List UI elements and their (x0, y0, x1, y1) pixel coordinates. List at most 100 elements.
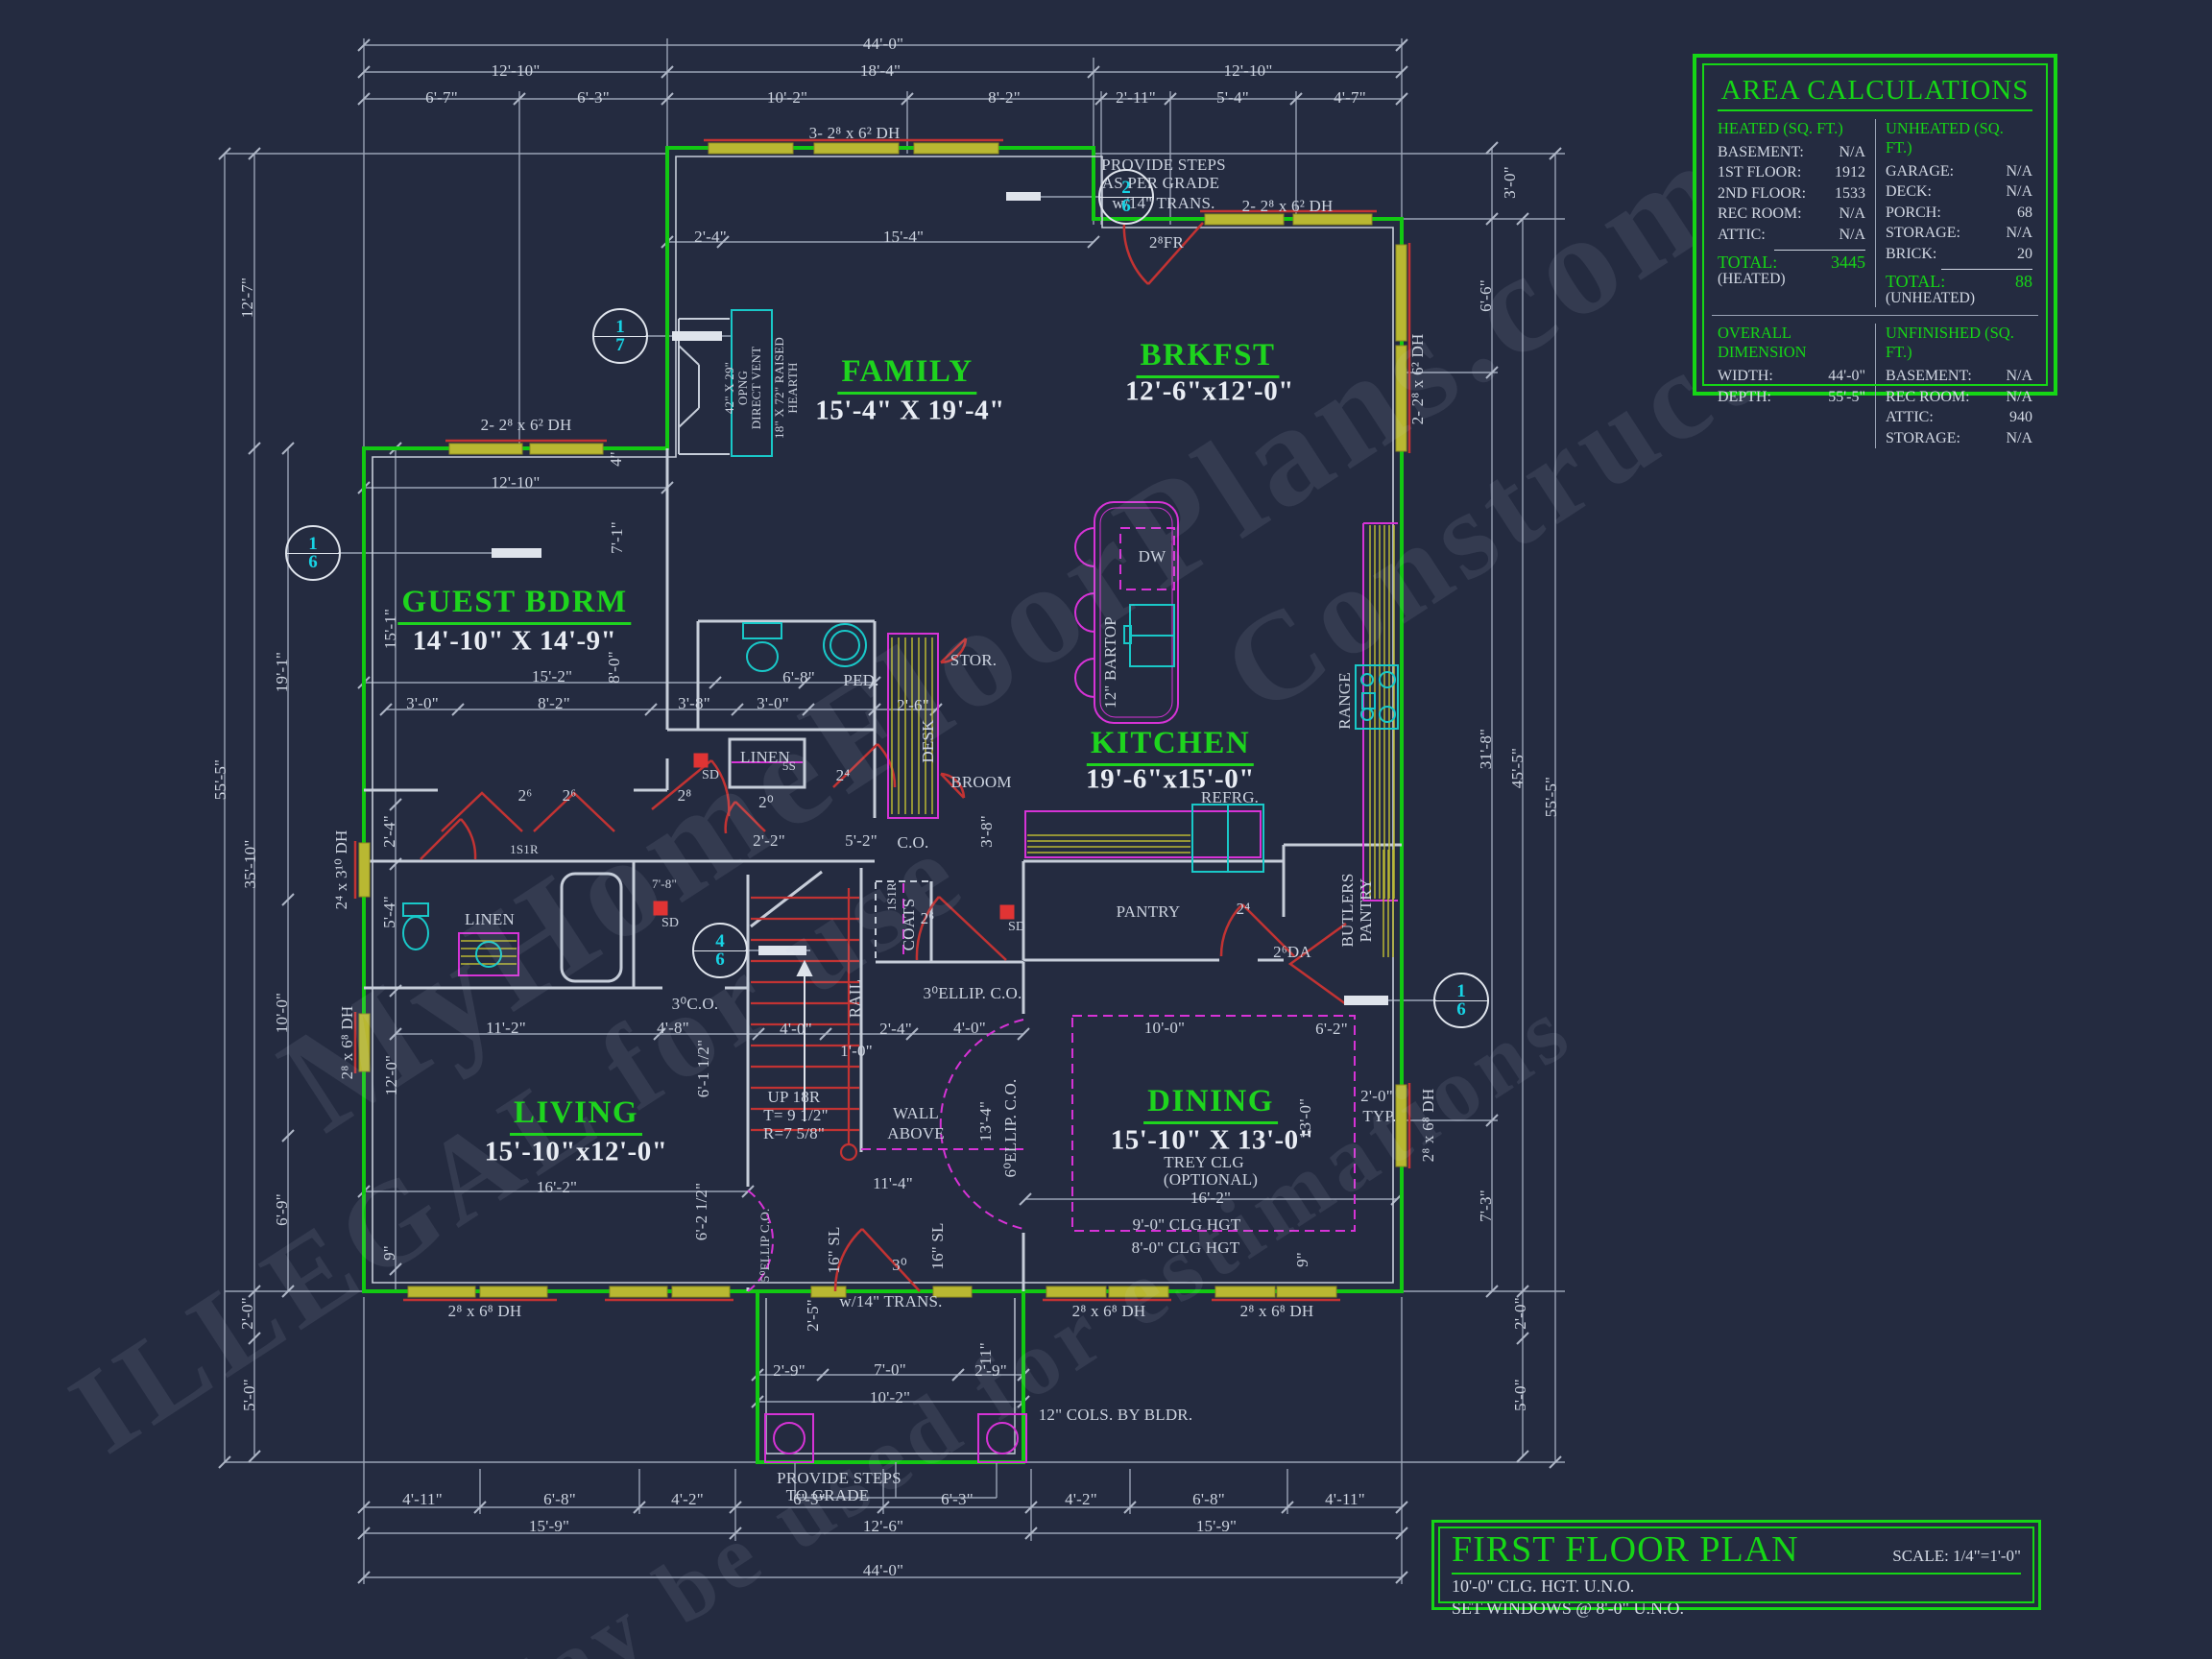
annotation-label: 4" (607, 451, 626, 467)
annotation-label: 15'-4" X 19'-4" (815, 396, 1005, 427)
annotation-label: 2⁶ (518, 786, 533, 805)
annotation-label: 6'-1 1/2" (694, 1040, 713, 1097)
annotation-label: RANGE (1335, 672, 1355, 730)
annotation-label: 2⁸ x 6⁸ DH (1240, 1302, 1314, 1321)
smoke-detector-marker (1000, 905, 1015, 920)
annotation-label: (OPTIONAL) (1164, 1170, 1258, 1190)
area-row: STORAGE:N/A (1886, 428, 2032, 448)
annotation-label: 3⁰C.O. (672, 995, 719, 1014)
area-row: 1ST FLOOR:1912 (1718, 162, 1865, 182)
annotation-label: PED. (843, 671, 878, 690)
annotation-label: BROOM (950, 773, 1011, 792)
annotation-label: 15'-9" (529, 1517, 569, 1536)
annotation-label: 2'-5" (804, 1299, 823, 1332)
annotation-label: WALL (893, 1104, 939, 1123)
annotation-label: 19'-1" (273, 652, 292, 692)
annotation-label: 16'-2" (537, 1178, 577, 1197)
annotation-label: 13'-0" (1296, 1098, 1315, 1139)
room-label: GUEST BDRM (397, 585, 631, 625)
annotation-label: 15'-2" (532, 667, 572, 686)
annotation-label: 2⁶ (921, 909, 935, 928)
smoke-detector-marker (654, 902, 668, 916)
annotation-label: 4'-11" (402, 1490, 443, 1509)
annotation-label: 10'-2" (870, 1388, 910, 1407)
annotation-label: 6'-6" (1477, 279, 1496, 312)
annotation-label: 7'-0" (874, 1360, 906, 1380)
annotation-label: RAIL (846, 979, 865, 1018)
unheated-header: UNHEATED (SQ. FT.) (1886, 119, 2032, 157)
annotation-label: DESK (919, 719, 938, 762)
annotation-label: 3'-0" (757, 694, 789, 713)
annotation-label: 6'-8" (543, 1490, 576, 1509)
area-calculations-panel: AREA CALCULATIONS HEATED (SQ. FT.) BASEM… (1693, 54, 2057, 396)
area-row: PORCH:68 (1886, 203, 2032, 223)
annotation-label: TREY CLG (1164, 1153, 1244, 1172)
annotation-label: 2⁰ (758, 793, 774, 812)
divider (1774, 250, 1865, 251)
annotation-label: 5S (782, 758, 796, 774)
annotation-label: REFRG. (1201, 788, 1259, 807)
annotation-label: 6'-8" (782, 668, 815, 687)
unfinished-column: UNFINISHED (SQ. FT.) BASEMENT:N/AREC ROO… (1875, 324, 2032, 448)
annotation-label: 9" (1293, 1252, 1312, 1267)
annotation-label: DW (1139, 547, 1166, 566)
annotation-label: 4'-2" (671, 1490, 704, 1509)
section-marker: 17 (592, 308, 648, 364)
heated-header: HEATED (SQ. FT.) (1718, 119, 1865, 138)
area-row: ATTIC:940 (1886, 407, 2032, 427)
unheated-total: TOTAL: 88 (1886, 272, 2032, 292)
annotation-label: 5'-0" (240, 1379, 259, 1411)
annotation-label: 31'-8" (1477, 729, 1496, 769)
title-block: FIRST FLOOR PLAN SCALE: 1/4"=1'-0" 10'-0… (1431, 1520, 2041, 1610)
annotation-label: 4'-0" (780, 1020, 812, 1039)
annotation-label: 2'-9" (974, 1361, 1007, 1381)
annotation-label: 4'-8" (657, 1019, 689, 1038)
annotation-label: 44'-0" (863, 1561, 903, 1580)
annotation-label: 2'-0" (1360, 1087, 1393, 1106)
annotation-label: 6'-3" (793, 1490, 826, 1509)
annotation-label: 1'-0" (840, 1042, 873, 1061)
annotation-label: 2⁸ x 6⁸ DH (448, 1302, 522, 1321)
annotation-label: 7'-3" (1477, 1190, 1496, 1222)
annotation-label: 3'-0" (1501, 166, 1520, 199)
annotation-label: 12'-0" (382, 1055, 401, 1095)
annotation-label: 3- 2⁸ x 6² DH (809, 124, 901, 143)
annotation-label: DIRECT VENT (749, 347, 764, 430)
room-label: LIVING (510, 1095, 642, 1136)
annotation-label: 2⁴ (836, 766, 851, 785)
annotation-label: 8'-2" (988, 88, 1021, 108)
annotation-label: 2⁸ x 6⁸ DH (338, 1006, 357, 1080)
annotation-label: w/14" TRANS. (839, 1292, 942, 1311)
area-row: BRICK:20 (1886, 244, 2032, 264)
area-row: ATTIC:N/A (1718, 225, 1865, 245)
heated-rows: BASEMENT:N/A1ST FLOOR:19122ND FLOOR:1533… (1718, 142, 1865, 245)
unheated-column: UNHEATED (SQ. FT.) GARAGE:N/ADECK:N/APOR… (1875, 119, 2032, 307)
annotation-label: 3⁰ (892, 1256, 907, 1275)
annotation-label: 2⁶ (563, 786, 577, 805)
annotation-label: 2⁸ x 6⁸ DH (1419, 1089, 1438, 1163)
annotation-label: 16'-2" (1190, 1189, 1231, 1208)
area-row: BASEMENT:N/A (1886, 366, 2032, 386)
annotation-label: 9'-0" CLG HGT (1133, 1215, 1241, 1235)
section-marker: 46 (692, 923, 748, 978)
room-label: DINING (1143, 1084, 1278, 1124)
annotation-label: R=7 5/8" (763, 1124, 825, 1143)
annotation-label: 2'-11" (1116, 88, 1156, 108)
annotation-label: 9" (380, 1245, 399, 1261)
area-row: REC ROOM:N/A (1718, 204, 1865, 224)
overall-dimension-column: OVERALL DIMENSION WIDTH:44'-0"DEPTH:55'-… (1718, 324, 1875, 448)
section-marker: 16 (1433, 973, 1489, 1028)
heated-total: TOTAL: 3445 (1718, 252, 1865, 273)
annotation-label: 12" BARTOP (1101, 616, 1120, 709)
area-row: WIDTH:44'-0" (1718, 366, 1865, 386)
annotation-label: 3'-8" (678, 694, 710, 713)
annotation-label: 6'-3" (577, 88, 610, 108)
annotation-label: 6'-3" (941, 1490, 974, 1509)
annotation-label: 2'-2" (753, 831, 785, 851)
annotation-label: 2'-4" (694, 228, 727, 247)
area-row: GARAGE:N/A (1886, 161, 2032, 181)
total-value: 88 (2015, 272, 2032, 292)
sheet-note-2: SET WINDOWS @ 8'-0" U.N.O. (1452, 1599, 2021, 1619)
area-row: DEPTH:55'-5" (1718, 387, 1865, 407)
annotation-label: 4'-2" (1065, 1490, 1097, 1509)
